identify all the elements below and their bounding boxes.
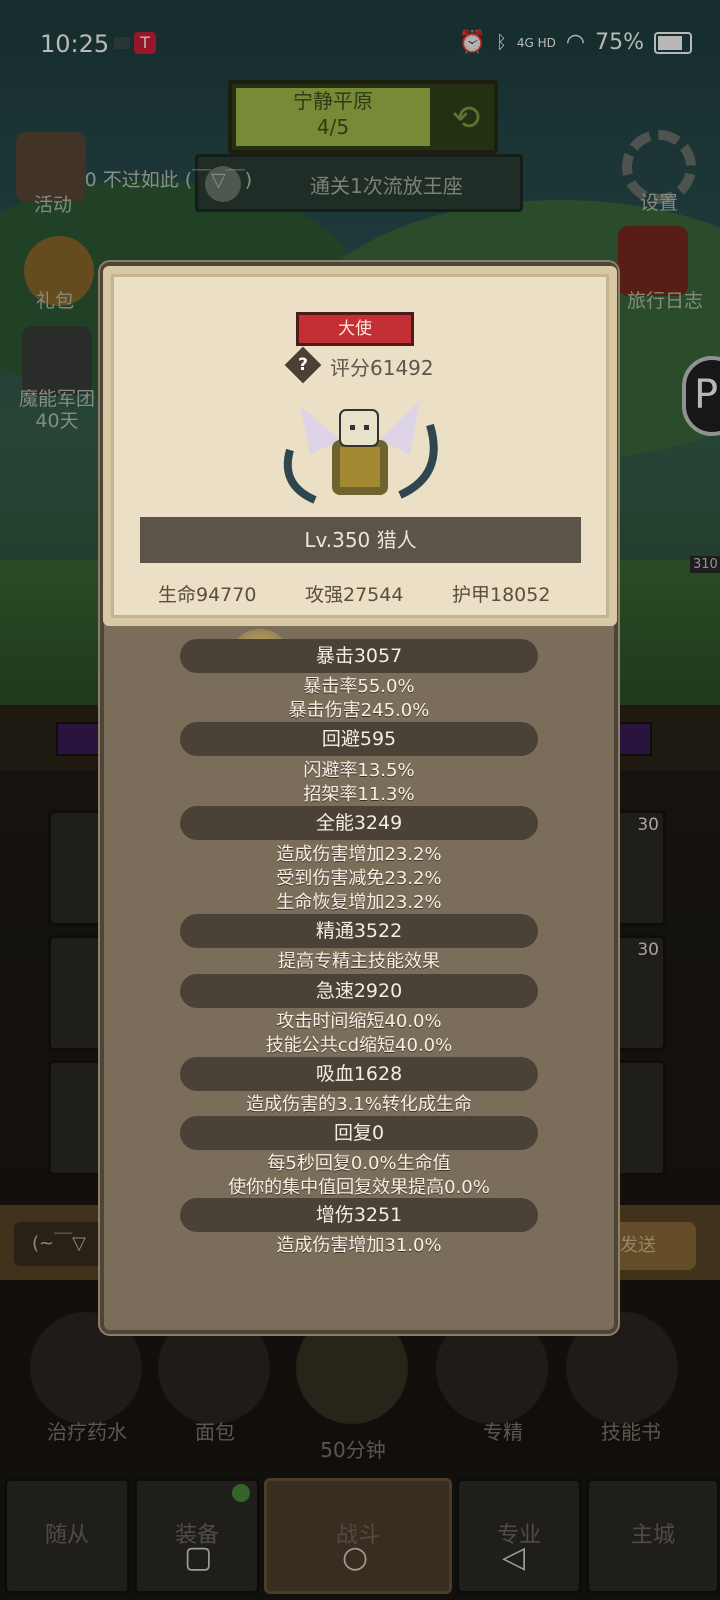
- stat-line: 暴击伤害245.0%: [288, 700, 430, 721]
- attack-stat: 攻强27544: [305, 584, 404, 606]
- stat-line: 攻击时间缩短40.0%: [276, 1011, 442, 1032]
- title-badge: 大使: [296, 312, 414, 346]
- stat-header-versatility: 全能3249: [180, 806, 538, 840]
- stat-line: 闪避率13.5%: [303, 760, 415, 781]
- character-name: Lv.350 猎人: [140, 517, 581, 563]
- hp-stat: 生命94770: [158, 584, 257, 606]
- stat-line: 造成伤害增加23.2%: [276, 844, 442, 865]
- stat-line: 暴击率55.0%: [303, 676, 415, 697]
- stat-header-crit: 暴击3057: [180, 639, 538, 673]
- stat-line: 受到伤害减免23.2%: [276, 868, 442, 889]
- stat-header-mastery: 精通3522: [180, 914, 538, 948]
- stat-line: 提高专精主技能效果: [278, 951, 440, 972]
- stat-line: 招架率11.3%: [303, 784, 415, 805]
- help-icon[interactable]: ?: [284, 346, 322, 384]
- stat-line: 技能公共cd缩短40.0%: [265, 1035, 453, 1056]
- score: 评分61492: [330, 356, 434, 380]
- hunter-avatar: [283, 400, 438, 504]
- stat-header-avoidance: 回避595: [180, 722, 538, 756]
- stat-header-regen: 回复0: [180, 1116, 538, 1150]
- stat-line: 使你的集中值回复效果提高0.0%: [228, 1177, 490, 1198]
- stat-line: 造成伤害增加31.0%: [276, 1235, 442, 1256]
- stat-header-damage-increase: 增伤3251: [180, 1198, 538, 1232]
- armor-stat: 护甲18052: [452, 584, 551, 606]
- stat-header-haste: 急速2920: [180, 974, 538, 1008]
- stat-line: 生命恢复增加23.2%: [276, 892, 442, 913]
- stat-line: 每5秒回复0.0%生命值: [267, 1153, 451, 1174]
- stat-header-leech: 吸血1628: [180, 1057, 538, 1091]
- stat-line: 造成伤害的3.1%转化成生命: [246, 1094, 472, 1115]
